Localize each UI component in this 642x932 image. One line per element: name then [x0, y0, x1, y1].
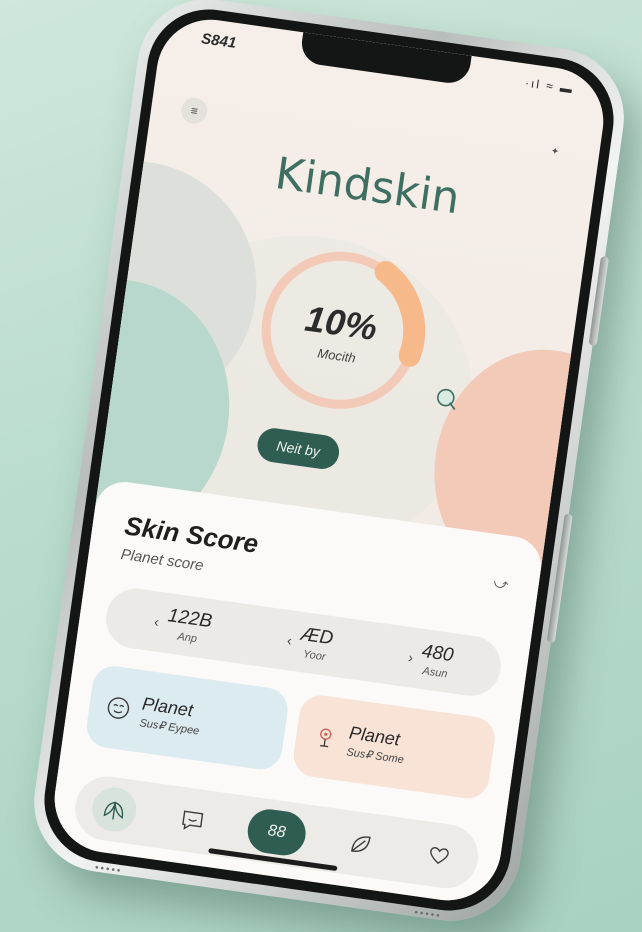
- phone-bezel: S841 ·ıl ≈ ▬ ≡ ✦ Kindskin 10% Mocith Nei…: [36, 1, 622, 919]
- leaf-cluster-icon: [103, 801, 124, 820]
- pin-icon: [320, 728, 332, 748]
- nav-item-leaves[interactable]: [89, 784, 140, 835]
- stat-value: ÆD: [299, 623, 335, 650]
- stage: S841 ·ıl ≈ ▬ ≡ ✦ Kindskin 10% Mocith Nei…: [0, 0, 642, 932]
- heart-icon: [429, 846, 449, 864]
- notch: [299, 32, 472, 86]
- status-time: S841: [200, 30, 238, 52]
- stat-label: Asun: [421, 665, 449, 681]
- leaf-icon: [351, 836, 372, 853]
- stat-item[interactable]: ‹ ÆD Yoor: [285, 622, 335, 664]
- menu-button[interactable]: ≡: [179, 96, 209, 126]
- stat-item[interactable]: ‹ 122B Anp: [152, 603, 214, 647]
- nav-item-home[interactable]: 88: [244, 806, 309, 859]
- share-arrow-icon[interactable]: ⤻: [492, 574, 510, 593]
- chat-icon: [181, 810, 203, 830]
- planet-tile-some[interactable]: Planet Sus₽ Some: [290, 692, 498, 802]
- stat-label: Yoor: [302, 648, 327, 664]
- skin-score-card: Skin Score Planet score ⤻ ‹ 122B Anp ‹ Æ…: [47, 478, 545, 908]
- nav-item-leaf[interactable]: [336, 819, 386, 869]
- stat-value: 480: [420, 640, 455, 667]
- phone-screen: S841 ·ıl ≈ ▬ ≡ ✦ Kindskin 10% Mocith Nei…: [47, 12, 611, 908]
- face-icon: [107, 697, 130, 719]
- stat-label: Anp: [176, 630, 198, 646]
- stat-item[interactable]: › 480 Asun: [406, 639, 455, 681]
- chevron-left-icon: ‹: [153, 613, 161, 630]
- phone-device: S841 ·ıl ≈ ▬ ≡ ✦ Kindskin 10% Mocith Nei…: [25, 0, 633, 930]
- stat-value: 122B: [166, 605, 214, 633]
- status-icons: ·ıl ≈ ▬: [524, 75, 575, 97]
- menu-icon: ≡: [189, 103, 199, 119]
- nav-item-favorites[interactable]: [414, 830, 464, 880]
- chevron-left-icon: ‹: [286, 632, 293, 649]
- chevron-right-icon: ›: [407, 649, 415, 666]
- sparkle-icon[interactable]: ✦: [550, 146, 560, 158]
- planet-tile-type[interactable]: Planet Sus₽ Eypee: [83, 663, 291, 773]
- nav-item-chat[interactable]: [167, 796, 217, 846]
- search-icon[interactable]: [432, 384, 461, 413]
